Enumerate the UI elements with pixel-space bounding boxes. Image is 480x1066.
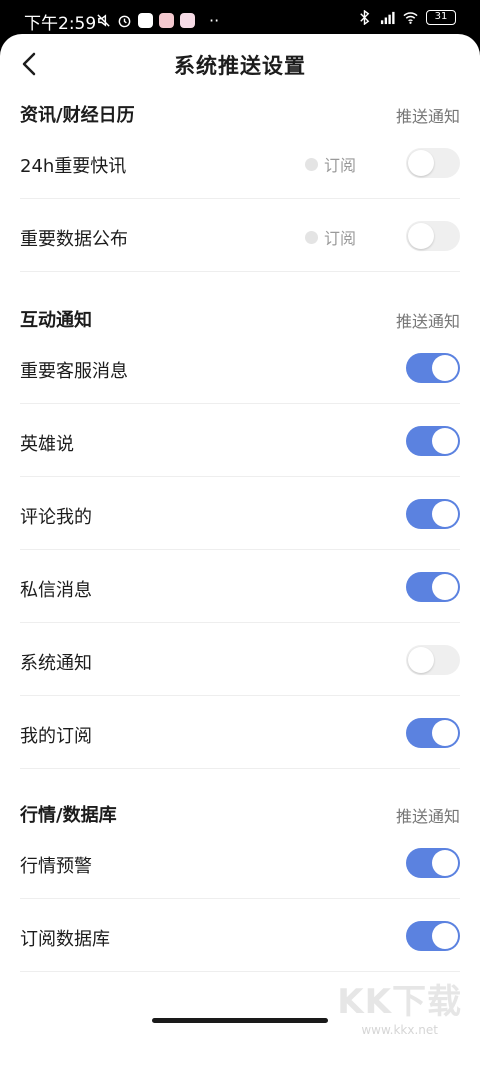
subscribe-button[interactable]: 订阅	[304, 152, 356, 176]
setting-row-comments: 评论我的	[20, 477, 460, 550]
status-left-icons: ··	[96, 11, 219, 30]
setting-row-hero-talk: 英雄说	[20, 404, 460, 477]
setting-label: 24h重要快讯	[20, 156, 127, 177]
setting-label: 我的订阅	[20, 726, 92, 747]
watermark-url: www.kkx.net	[361, 1023, 438, 1037]
setting-row-service-message: 重要客服消息	[20, 331, 460, 404]
toggle-switch[interactable]	[406, 718, 460, 748]
page-title: 系统推送设置	[174, 54, 306, 78]
watermark: KK下载 www.kkx.net	[337, 974, 462, 1037]
setting-label: 英雄说	[20, 434, 74, 455]
setting-row-market-alert: 行情预警	[20, 826, 460, 899]
home-indicator[interactable]	[152, 1018, 328, 1023]
toggle-switch[interactable]	[406, 499, 460, 529]
toggle-knob	[408, 223, 434, 249]
setting-row-my-subscriptions: 我的订阅	[20, 696, 460, 769]
setting-label: 重要客服消息	[20, 361, 128, 382]
battery-icon: 31	[426, 10, 456, 25]
toggle-knob	[432, 720, 458, 746]
signal-icon	[380, 11, 395, 25]
status-time: 下午2:59	[24, 14, 97, 34]
mute-icon	[97, 14, 110, 27]
toggle-switch[interactable]	[406, 921, 460, 951]
nav-bar: 系统推送设置	[0, 34, 480, 96]
toggle-switch[interactable]	[406, 353, 460, 383]
setting-row-private-message: 私信消息	[20, 550, 460, 623]
setting-row-system-notice: 系统通知	[20, 623, 460, 696]
more-notifications-icon: ··	[209, 11, 220, 30]
setting-label: 私信消息	[20, 580, 92, 601]
toggle-knob	[432, 355, 458, 381]
section-right-label: 推送通知	[395, 107, 460, 126]
radio-icon	[304, 230, 318, 244]
app-notification-icon	[138, 13, 153, 28]
toggle-switch[interactable]	[406, 148, 460, 178]
toggle-switch[interactable]	[406, 572, 460, 602]
settings-sheet: 系统推送设置 资讯/财经日历 推送通知 24h重要快讯 订阅 重要数据公布 订阅…	[0, 34, 480, 1066]
toggle-knob	[432, 850, 458, 876]
app-notification-icon	[180, 13, 195, 28]
toggle-knob	[408, 647, 434, 673]
setting-row-database-subscription: 订阅数据库	[20, 899, 460, 972]
section-right-label: 推送通知	[395, 312, 460, 331]
section-title: 互动通知	[20, 310, 92, 331]
subscribe-label: 订阅	[323, 229, 356, 248]
setting-label: 重要数据公布	[20, 229, 128, 250]
section-right-label: 推送通知	[395, 807, 460, 826]
setting-label: 评论我的	[20, 507, 92, 528]
status-right-icons: 31	[357, 10, 456, 25]
toggle-switch[interactable]	[406, 645, 460, 675]
wifi-icon	[403, 12, 418, 24]
app-notification-icon	[159, 13, 174, 28]
radio-icon	[304, 157, 318, 171]
watermark-brand: KK下载	[337, 982, 462, 1022]
toggle-knob	[432, 501, 458, 527]
setting-row-flash-news: 24h重要快讯 订阅	[20, 126, 460, 199]
section-title: 行情/数据库	[20, 805, 117, 826]
toggle-switch[interactable]	[406, 848, 460, 878]
subscribe-button[interactable]: 订阅	[304, 225, 356, 249]
section-title: 资讯/财经日历	[20, 105, 135, 126]
toggle-switch[interactable]	[406, 426, 460, 456]
toggle-knob	[432, 923, 458, 949]
toggle-knob	[432, 428, 458, 454]
toggle-knob	[432, 574, 458, 600]
bluetooth-icon	[360, 10, 370, 25]
subscribe-label: 订阅	[323, 156, 356, 175]
alarm-icon	[118, 15, 131, 28]
toggle-switch[interactable]	[406, 221, 460, 251]
setting-label: 行情预警	[20, 856, 92, 877]
setting-label: 系统通知	[20, 653, 92, 674]
toggle-knob	[408, 150, 434, 176]
setting-label: 订阅数据库	[20, 929, 110, 950]
setting-row-data-release: 重要数据公布 订阅	[20, 199, 460, 272]
